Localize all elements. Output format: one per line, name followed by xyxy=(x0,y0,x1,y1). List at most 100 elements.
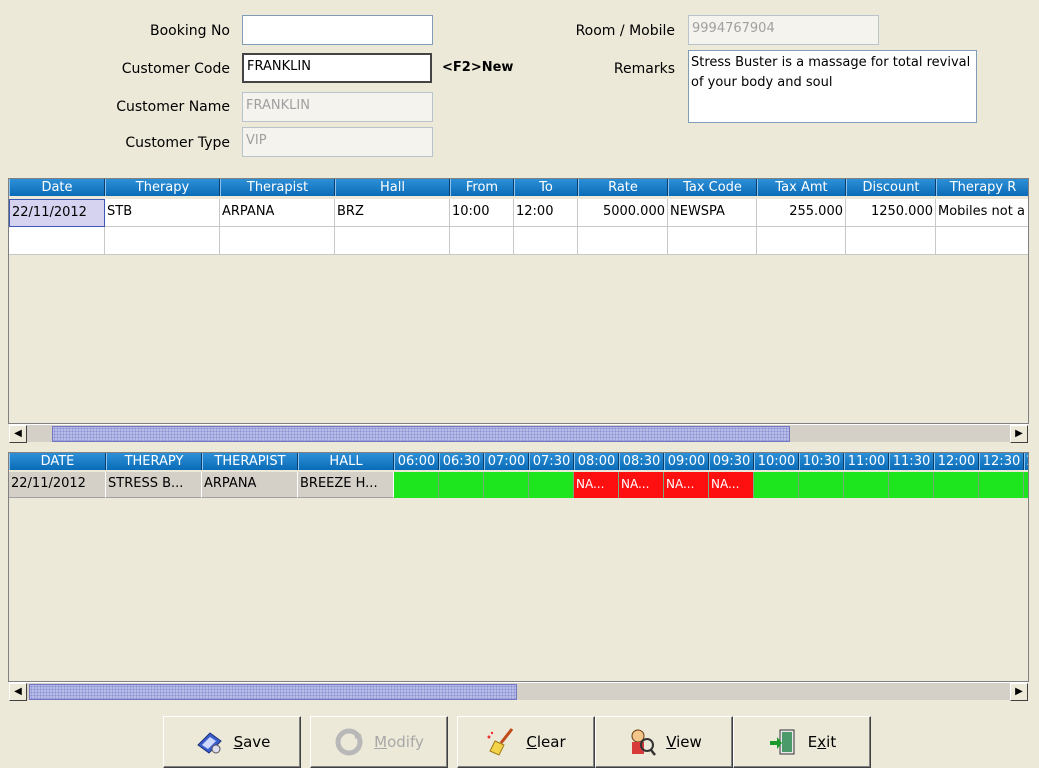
scroll-thumb[interactable] xyxy=(29,684,517,700)
cell-empty[interactable] xyxy=(936,227,1028,255)
cell-therapist[interactable]: ARPANA xyxy=(220,199,335,227)
clear-button[interactable]: Clear xyxy=(457,716,595,768)
customer-code-label: Customer Code xyxy=(121,61,230,77)
scroll-left-button[interactable]: ◀ xyxy=(9,683,27,701)
time-slot-free[interactable] xyxy=(844,472,889,498)
cell-empty[interactable] xyxy=(578,227,668,255)
exit-door-icon xyxy=(769,729,795,755)
schedule-grid-header: DATE THERAPY THERAPIST HALL 06:00 06:30 07… xyxy=(9,453,1028,470)
time-slot-free[interactable] xyxy=(979,472,1024,498)
cell-empty[interactable] xyxy=(9,227,105,255)
time-slot-busy[interactable]: NA... xyxy=(574,472,619,498)
cell-hall[interactable]: BREEZE H... xyxy=(298,472,394,498)
time-slot-free[interactable] xyxy=(484,472,529,498)
cell-rate[interactable]: 5000.000 xyxy=(578,199,668,227)
time-slot-free[interactable] xyxy=(394,472,439,498)
col-header-therapy[interactable]: THERAPY xyxy=(106,453,202,470)
time-slot-free[interactable] xyxy=(799,472,844,498)
cell-empty[interactable] xyxy=(450,227,514,255)
cell-empty[interactable] xyxy=(514,227,578,255)
cell-discount[interactable]: 1250.000 xyxy=(846,199,936,227)
cell-therapist[interactable]: ARPANA xyxy=(202,472,298,498)
schedule-grid[interactable]: DATE THERAPY THERAPIST HALL 06:00 06:30 07… xyxy=(8,452,1029,682)
booking-grid-hscrollbar[interactable]: ◀ ▶ xyxy=(9,424,1028,443)
table-row-empty[interactable] xyxy=(9,227,1028,255)
view-button-label: View xyxy=(666,733,702,751)
col-header-to[interactable]: To xyxy=(514,179,578,196)
col-header-rate[interactable]: Rate xyxy=(578,179,668,196)
save-button-label: Save xyxy=(233,733,271,751)
cell-empty[interactable] xyxy=(757,227,846,255)
col-header-hall[interactable]: Hall xyxy=(335,179,450,196)
customer-type-input: VIP xyxy=(242,127,433,157)
time-slot-header: 09:30 xyxy=(709,453,754,470)
col-header-date[interactable]: DATE xyxy=(9,453,106,470)
cell-empty[interactable] xyxy=(105,227,220,255)
cell-to[interactable]: 12:00 xyxy=(514,199,578,227)
time-slot-header: 07:00 xyxy=(484,453,529,470)
scroll-right-button[interactable]: ▶ xyxy=(1010,425,1028,443)
time-slot-header: 08:30 xyxy=(619,453,664,470)
cell-tax-code[interactable]: NEWSPA xyxy=(668,199,757,227)
time-slot-busy[interactable]: NA... xyxy=(664,472,709,498)
scroll-right-button[interactable]: ▶ xyxy=(1010,683,1028,701)
time-slot-busy[interactable]: NA... xyxy=(709,472,754,498)
time-slot-header: 06:30 xyxy=(439,453,484,470)
time-slot-header: 1 xyxy=(1024,453,1028,470)
booking-no-input[interactable] xyxy=(242,15,433,45)
col-header-therapist[interactable]: THERAPIST xyxy=(202,453,298,470)
schedule-row[interactable]: 22/11/2012 STRESS B... ARPANA BREEZE H..… xyxy=(9,472,1028,498)
time-slot-free[interactable] xyxy=(889,472,934,498)
time-slot-free[interactable] xyxy=(754,472,799,498)
cell-empty[interactable] xyxy=(220,227,335,255)
time-slot-free[interactable] xyxy=(439,472,484,498)
cell-date[interactable]: 22/11/2012 xyxy=(9,472,106,498)
time-slot-header: 08:00 xyxy=(574,453,619,470)
cell-from[interactable]: 10:00 xyxy=(450,199,514,227)
col-header-therapy[interactable]: Therapy xyxy=(105,179,220,196)
schedule-grid-hscrollbar[interactable]: ◀ ▶ xyxy=(9,682,1028,701)
customer-code-input[interactable]: FRANKLIN xyxy=(242,53,432,83)
cell-hall[interactable]: BRZ xyxy=(335,199,450,227)
customer-name-label: Customer Name xyxy=(116,99,230,115)
remarks-label: Remarks xyxy=(613,61,675,77)
remarks-textarea[interactable]: Stress Buster is a massage for total rev… xyxy=(688,50,977,123)
col-header-date[interactable]: Date xyxy=(9,179,105,196)
time-slot-busy[interactable]: NA... xyxy=(619,472,664,498)
cell-tax-amt[interactable]: 255.000 xyxy=(757,199,846,227)
cell-therapy-r[interactable]: Mobiles not a xyxy=(936,199,1028,227)
col-header-hall[interactable]: HALL xyxy=(298,453,394,470)
cell-therapy[interactable]: STB xyxy=(105,199,220,227)
col-header-tax-amt[interactable]: Tax Amt xyxy=(757,179,846,196)
time-slot-header: 11:30 xyxy=(889,453,934,470)
time-slot-free[interactable] xyxy=(529,472,574,498)
time-slot-free[interactable] xyxy=(934,472,979,498)
col-header-therapist[interactable]: Therapist xyxy=(220,179,335,196)
table-row[interactable]: 22/11/2012 STB ARPANA BRZ 10:00 12:00 50… xyxy=(9,199,1028,227)
customer-name-input: FRANKLIN xyxy=(242,92,433,122)
col-header-from[interactable]: From xyxy=(450,179,514,196)
exit-button[interactable]: Exit xyxy=(733,716,871,768)
new-customer-hint: <F2>New xyxy=(442,60,514,75)
cell-empty[interactable] xyxy=(846,227,936,255)
modify-button[interactable]: Modify xyxy=(310,716,448,768)
cell-therapy[interactable]: STRESS B... xyxy=(106,472,202,498)
modify-button-label: Modify xyxy=(374,733,424,751)
save-button[interactable]: Save xyxy=(163,716,301,768)
col-header-tax-code[interactable]: Tax Code xyxy=(668,179,757,196)
booking-no-label: Booking No xyxy=(150,23,230,39)
scroll-left-button[interactable]: ◀ xyxy=(9,425,27,443)
cell-empty[interactable] xyxy=(668,227,757,255)
time-slot-header: 12:00 xyxy=(934,453,979,470)
cell-empty[interactable] xyxy=(335,227,450,255)
col-header-discount[interactable]: Discount xyxy=(846,179,936,196)
booking-grid[interactable]: Date Therapy Therapist Hall From To Rate… xyxy=(8,178,1029,424)
time-slot-header: 09:00 xyxy=(664,453,709,470)
col-header-therapy-r[interactable]: Therapy R xyxy=(936,179,1028,196)
booking-grid-header: Date Therapy Therapist Hall From To Rate… xyxy=(9,179,1028,196)
scroll-thumb[interactable] xyxy=(52,426,790,442)
view-icon xyxy=(631,729,657,756)
cell-date[interactable]: 22/11/2012 xyxy=(9,199,105,227)
view-button[interactable]: View xyxy=(595,716,733,768)
time-slot-free[interactable] xyxy=(1024,472,1028,498)
